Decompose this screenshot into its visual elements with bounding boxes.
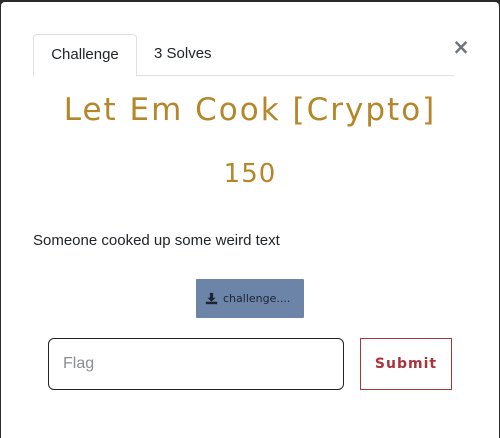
challenge-modal: × Challenge 3 Solves Let Em Cook [Crypto… [1, 2, 499, 438]
tab-solves[interactable]: 3 Solves [154, 34, 212, 76]
challenge-title: Let Em Cook [Crypto] [63, 92, 437, 128]
challenge-points: 150 [223, 159, 277, 189]
download-file-button[interactable]: challenge.... [196, 279, 304, 318]
modal-tabs: Challenge 3 Solves [33, 34, 454, 77]
download-file-label: challenge.... [223, 292, 291, 305]
challenge-description: Someone cooked up some weird text [33, 232, 280, 249]
close-button[interactable]: × [451, 36, 471, 58]
flag-input[interactable] [48, 338, 344, 390]
tab-challenge[interactable]: Challenge [33, 34, 137, 77]
submit-button[interactable]: Submit [360, 338, 452, 390]
download-icon [205, 292, 218, 305]
